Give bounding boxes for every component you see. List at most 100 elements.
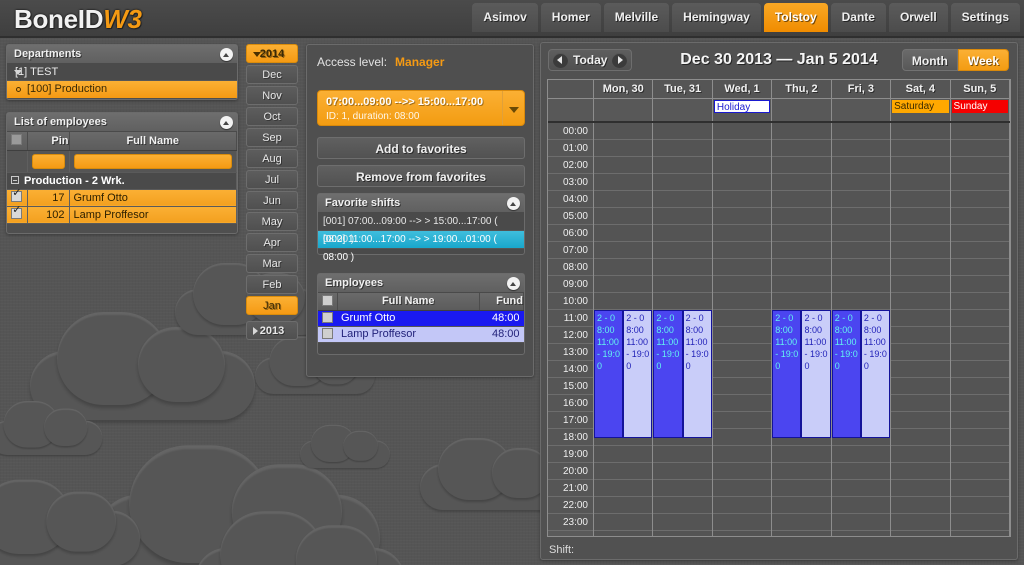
day-header-sat-4[interactable]: Sat, 4	[891, 80, 951, 98]
day-column-3[interactable]: 2 - 08:00 11:00 - 19:00 2 - 08:00 11:00 -…	[772, 123, 832, 536]
logo-main-text: BoneID	[14, 4, 104, 34]
row-checkbox-cell[interactable]	[318, 310, 337, 327]
chevron-down-icon[interactable]	[14, 70, 22, 75]
row-checkbox-cell[interactable]	[7, 205, 28, 224]
calendar-event[interactable]: 2 - 08:00 11:00 - 19:00	[772, 310, 802, 438]
tab-hemingway[interactable]: Hemingway	[672, 3, 761, 32]
day-header-wed-1[interactable]: Wed, 1	[712, 80, 773, 98]
chevron-right-icon	[253, 327, 258, 335]
calendar-event[interactable]: 2 - 08:00 11:00 - 19:00	[682, 310, 712, 438]
add-to-favorites-button[interactable]: Add to favorites	[317, 137, 525, 159]
department-item-production[interactable]: [100] Production	[7, 81, 237, 98]
tab-asimov[interactable]: Asimov	[472, 3, 538, 32]
calendar-body: 00:00 01:00 02:00 03:00 04:00 05:00 06:00 07:00…	[548, 123, 1010, 536]
day-column-0[interactable]: 2 - 08:00 11:00 - 19:00 2 - 08:00 11:00 -…	[594, 123, 654, 536]
day-column-6[interactable]	[950, 123, 1010, 536]
checkbox-icon[interactable]	[321, 294, 333, 306]
month-item-feb[interactable]: Feb	[246, 275, 298, 294]
collapse-icon[interactable]	[507, 277, 520, 290]
allday-cell[interactable]	[772, 99, 832, 121]
calendar-event[interactable]: 2 - 08:00 11:00 - 19:00	[860, 310, 891, 438]
allday-cell[interactable]: Sunday	[950, 99, 1010, 121]
allday-cell[interactable]	[594, 99, 654, 121]
calendar-day-headers: Mon, 30 Tue, 31 Wed, 1 Thu, 2 Fri, 3 Sat, 4 Su…	[548, 80, 1010, 99]
month-item-oct[interactable]: Oct	[246, 107, 298, 126]
month-item-nov[interactable]: Nov	[246, 86, 298, 105]
chevron-down-icon[interactable]	[502, 91, 524, 125]
name-filter-input[interactable]	[73, 153, 232, 169]
tab-settings[interactable]: Settings	[950, 3, 1020, 32]
month-item-may[interactable]: May	[246, 212, 298, 231]
month-item-mar[interactable]: Mar	[246, 254, 298, 273]
tab-homer[interactable]: Homer	[540, 3, 601, 32]
tab-dante[interactable]: Dante	[830, 3, 886, 32]
favorite-shift-item[interactable]: [001] 07:00...09:00 --> > 15:00...17:00 …	[318, 213, 524, 245]
day-column-2[interactable]	[712, 123, 773, 536]
day-header-sun-5[interactable]: Sun, 5	[950, 80, 1010, 98]
checkbox-icon[interactable]	[11, 205, 23, 219]
shift-dropdown[interactable]: 07:00...09:00 -->> 15:00...17:00 ID: 1, …	[317, 90, 525, 126]
day-column-1[interactable]: 2 - 08:00 11:00 - 19:00 2 - 08:00 11:00 -…	[653, 123, 713, 536]
top-bar: BoneIDW3 Asimov Homer Melville Hemingway Tol…	[0, 0, 1024, 38]
month-item-sep[interactable]: Sep	[246, 128, 298, 147]
calendar-event[interactable]: 2 - 08:00 11:00 - 19:00	[623, 310, 653, 438]
calendar-event[interactable]: 2 - 08:00 11:00 - 19:00	[653, 310, 683, 438]
month-year-2014[interactable]: 2014	[246, 44, 298, 63]
day-header-tue-31[interactable]: Tue, 31	[653, 80, 713, 98]
month-item-jul[interactable]: Jul	[246, 170, 298, 189]
checkbox-icon[interactable]	[11, 134, 23, 146]
group-row[interactable]: Production - 2 Wrk.	[7, 172, 237, 190]
month-item-jun[interactable]: Jun	[246, 191, 298, 210]
day-column-4[interactable]: 2 - 08:00 11:00 - 19:00 2 - 08:00 11:00 -…	[831, 123, 892, 536]
collapse-icon[interactable]	[220, 116, 233, 129]
select-all-header[interactable]	[7, 132, 28, 151]
view-week-button[interactable]: Week	[957, 49, 1009, 71]
day-header-fri-3[interactable]: Fri, 3	[831, 80, 892, 98]
day-header-mon-30[interactable]: Mon, 30	[594, 80, 654, 98]
allday-cell[interactable]	[831, 99, 892, 121]
view-month-button[interactable]: Month	[901, 49, 958, 71]
checkbox-icon[interactable]	[322, 311, 333, 323]
time-label: 01:00	[548, 140, 593, 157]
table-row[interactable]: 102Lamp Proffesor	[7, 205, 237, 224]
collapse-group-icon[interactable]	[11, 175, 19, 184]
day-column-5[interactable]	[891, 123, 951, 536]
collapse-icon[interactable]	[220, 48, 233, 61]
department-root-item[interactable]: [1] TEST	[7, 64, 237, 81]
favorite-shift-item[interactable]: [002] 11:00...17:00 --> > 19:00...01:00 …	[318, 231, 524, 263]
month-year-2013[interactable]: 2013	[246, 321, 298, 340]
column-header-fullname[interactable]: Full Name	[337, 293, 480, 311]
table-row[interactable]: Lamp Proffesor 48:00	[318, 326, 524, 343]
tab-orwell[interactable]: Orwell	[888, 3, 948, 32]
month-item-apr[interactable]: Apr	[246, 233, 298, 252]
table-row[interactable]: Grumf Otto 48:00	[318, 310, 524, 327]
month-item-jan[interactable]: Jan	[246, 296, 298, 315]
tab-melville[interactable]: Melville	[603, 3, 670, 32]
table-row[interactable]: 17Grumf Otto	[7, 188, 237, 207]
allday-cell[interactable]: Holiday	[712, 99, 773, 121]
calendar-event[interactable]: 2 - 08:00 11:00 - 19:00	[801, 310, 831, 438]
radio-icon	[16, 87, 21, 92]
filter-name-cell[interactable]	[69, 150, 237, 173]
remove-from-favorites-button[interactable]: Remove from favorites	[317, 165, 525, 187]
calendar-event[interactable]: 2 - 08:00 11:00 - 19:00	[831, 310, 861, 438]
checkbox-icon[interactable]	[322, 327, 333, 339]
calendar-event[interactable]: 2 - 08:00 11:00 - 19:00	[594, 310, 624, 438]
select-all-header[interactable]	[318, 293, 338, 311]
checkbox-icon[interactable]	[11, 188, 23, 202]
time-label: 13:00	[548, 344, 593, 361]
column-header-pin[interactable]: Pin	[27, 132, 70, 151]
column-header-fund[interactable]: Fund	[479, 293, 524, 311]
pin-filter-input[interactable]	[31, 153, 65, 169]
allday-cell[interactable]	[653, 99, 713, 121]
month-item-aug[interactable]: Aug	[246, 149, 298, 168]
allday-cell[interactable]: Saturday	[891, 99, 951, 121]
month-item-dec[interactable]: Dec	[246, 65, 298, 84]
column-header-fullname[interactable]: Full Name	[69, 132, 237, 151]
filter-pin-cell[interactable]	[27, 150, 70, 173]
collapse-icon[interactable]	[507, 197, 520, 210]
employee-list-panel: List of employees Pin Full Name Producti…	[6, 112, 238, 234]
tab-tolstoy[interactable]: Tolstoy	[763, 3, 828, 32]
day-header-thu-2[interactable]: Thu, 2	[772, 80, 832, 98]
row-checkbox-cell[interactable]	[318, 326, 337, 343]
